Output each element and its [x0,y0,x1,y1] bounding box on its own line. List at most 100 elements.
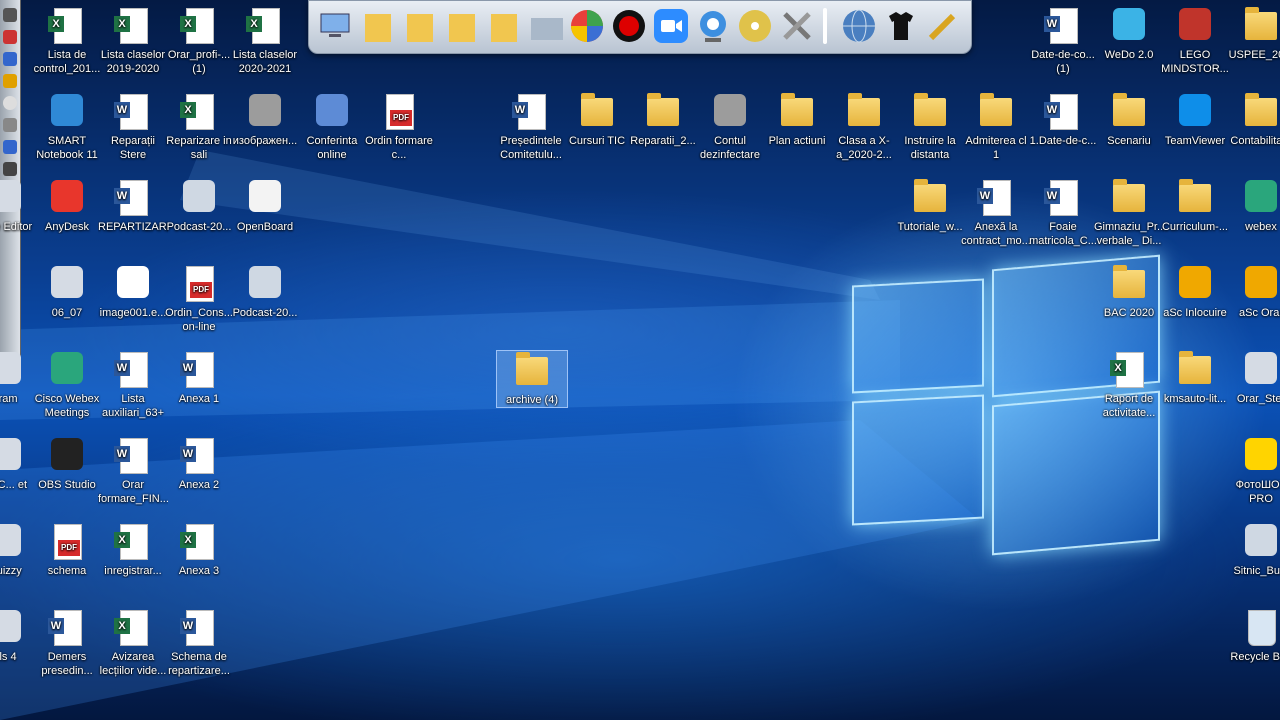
desktop-icon[interactable]: aSc Inlocuire [1160,264,1230,320]
desktop-icon[interactable]: image001.e... [98,264,168,320]
desktop-icon[interactable]: X Anexa 3 [164,522,234,578]
desktop-icon[interactable]: aSc Orar [1226,264,1280,320]
desktop-icon[interactable]: X Lista claselor 2019-2020 [98,6,168,76]
desktop-icon[interactable]: archive (4) [496,350,568,408]
desktop-icon[interactable]: WeDo 2.0 [1094,6,1164,62]
picasa-icon[interactable] [569,8,605,44]
desktop-icon[interactable]: BAC 2020 [1094,264,1164,320]
desktop-icon[interactable]: Instruire la distanta [895,92,965,162]
desktop-icon[interactable]: Plan actiuni [762,92,832,148]
desktop-icon[interactable]: Podcast-20... [230,264,300,320]
desktop-icon[interactable]: PDF Ordin formare c... [364,92,434,162]
desktop-icon-label: Contabilita... [1230,135,1280,147]
desktop-icon[interactable]: OpenBoard [230,178,300,234]
folder-icon [911,92,949,130]
desktop-icon[interactable]: Free Editor [0,178,40,234]
desktop-icon-label: Recycle Bi... [1230,651,1280,663]
desktop-icon[interactable]: W 1.Date-de-c... [1028,92,1098,148]
folder-icon[interactable] [445,8,481,44]
desktop-icon[interactable]: X Lista de control_201... [32,6,102,76]
desktop-icon[interactable]: TeamViewer [1160,92,1230,148]
tools-icon[interactable] [779,8,815,44]
desktop-icon[interactable]: OBS Studio [32,436,102,492]
desktop-icon[interactable]: Recycle Bi... [1226,608,1280,664]
desktop-icon[interactable]: W Reparații Stere [98,92,168,162]
desktop-icon-label: ols 4 [0,651,17,663]
desktop-icon-label: Anexa 1 [178,393,220,405]
desktop-icon[interactable]: Sitnic_Buni [1226,522,1280,578]
asc-icon [1176,264,1214,302]
desktop-icon[interactable]: W Orar formare_FIN... [98,436,168,506]
desktop-icon[interactable]: W Foaie matricola_C... [1028,178,1098,248]
desktop-icon[interactable]: X Orar_profi-... (1) [164,6,234,76]
desktop-icon[interactable]: Contul dezinfectare [695,92,765,162]
desktop-icon[interactable]: W Date-de-co... (1) [1028,6,1098,76]
desktop-icon[interactable]: LEGO MINDSTOR... [1160,6,1230,76]
desktop-icon-label: OpenBoard [236,221,294,233]
video-icon [246,264,284,302]
desktop-icon-label: Free Editor [0,221,33,233]
desktop-icon[interactable]: X Lista claselor 2020-2021 [230,6,300,76]
desktop-icon[interactable]: Cursuri TIC [562,92,632,148]
desktop-icon[interactable]: Gimnaziu_Pr... verbale_ Di... [1094,178,1164,248]
desktop-icon[interactable]: Quizzy [0,522,40,578]
desktop-icon[interactable]: USPEE_20... [1226,6,1280,62]
desktop-icon[interactable]: Reparatii_2... [628,92,698,148]
desktop-icon[interactable]: ols 4 [0,608,40,664]
desktop-icon[interactable]: ABC... et [0,436,40,492]
desktop-icon-label: TeamViewer [1164,135,1226,147]
desktop-icon-label: Cisco Webex Meetings [34,393,100,419]
desktop-icon-label: Lista claselor 2019-2020 [100,49,166,75]
pdf-icon: PDF [180,264,218,302]
desktop-icon[interactable]: W Lista auxiliari_63+ [98,350,168,420]
folder-icon [977,92,1015,130]
folder-icon[interactable] [361,8,397,44]
desktop-icon[interactable]: Conferinta online [297,92,367,162]
desktop-icon[interactable]: X Reparizare in sali [164,92,234,162]
desktop-icon[interactable]: Podcast-20... [164,178,234,234]
desktop-icon[interactable]: Orar_Ster [1226,350,1280,406]
desktop-icon[interactable]: W Anexă la contract_mo... [961,178,1031,248]
monitor-icon[interactable] [317,8,353,44]
desktop-icon[interactable]: X Avizarea lecțiilor vide... [98,608,168,678]
record-icon[interactable] [611,8,647,44]
folder-icon[interactable] [487,8,523,44]
desktop-icon[interactable]: W Demers presedin... [32,608,102,678]
desktop-icon[interactable]: Tutoriale_w... [895,178,965,234]
word-doc-icon: W [512,92,550,130]
desktop-icon[interactable]: AnyDesk [32,178,102,234]
desktop-icon[interactable]: 06_07 [32,264,102,320]
desktop-icon[interactable]: Cisco Webex Meetings [32,350,102,420]
desktop-icon[interactable]: Contabilita... [1226,92,1280,148]
desktop-icon[interactable]: W Schema de repartizare... [164,608,234,678]
globe-icon[interactable] [841,8,877,44]
zoom-icon[interactable] [653,8,689,44]
desktop-icon[interactable]: webex [1226,178,1280,234]
desktop-icon-label: ABC... et [0,479,28,491]
desktop-icon[interactable]: Curriculum-... [1160,178,1230,234]
desktop-icon[interactable]: Xinregistrar... [98,522,168,578]
webex-icon [1242,178,1280,216]
desktop-icon[interactable]: W REPARTIZARE [98,178,168,234]
desktop-icon[interactable]: kmsauto-lit... [1160,350,1230,406]
desktop-icon[interactable]: изображен... [230,92,300,148]
desktop-icon[interactable]: X Raport de activitate... [1094,350,1164,420]
desktop-icon[interactable]: PDF schema [32,522,102,578]
desktop-icon[interactable]: Clasa a X-a_2020-2... [829,92,899,162]
tshirt-icon[interactable] [883,8,919,44]
desktop-icon[interactable]: Admiterea cl 1 [961,92,1031,162]
desktop-icon[interactable]: gram [0,350,40,406]
desktop-icon[interactable]: ФотоШОУ PRO [1226,436,1280,506]
desktop-icon[interactable]: Scenariu [1094,92,1164,148]
desktop-icon[interactable]: PDF Ordin_Cons... on-line [164,264,234,334]
open-folder-icon[interactable] [529,8,565,44]
wrench-icon[interactable] [925,8,961,44]
folder-icon[interactable] [403,8,439,44]
desktop-icon[interactable]: W Anexa 1 [164,350,234,406]
desktop-icon[interactable]: SMART Notebook 11 [32,92,102,162]
desktop-icon[interactable]: W Anexa 2 [164,436,234,492]
desktop-icon[interactable]: W Președintele Comitetulu... [496,92,566,162]
webcam-icon[interactable] [695,8,731,44]
cd-icon[interactable] [737,8,773,44]
app-icon [0,350,24,388]
